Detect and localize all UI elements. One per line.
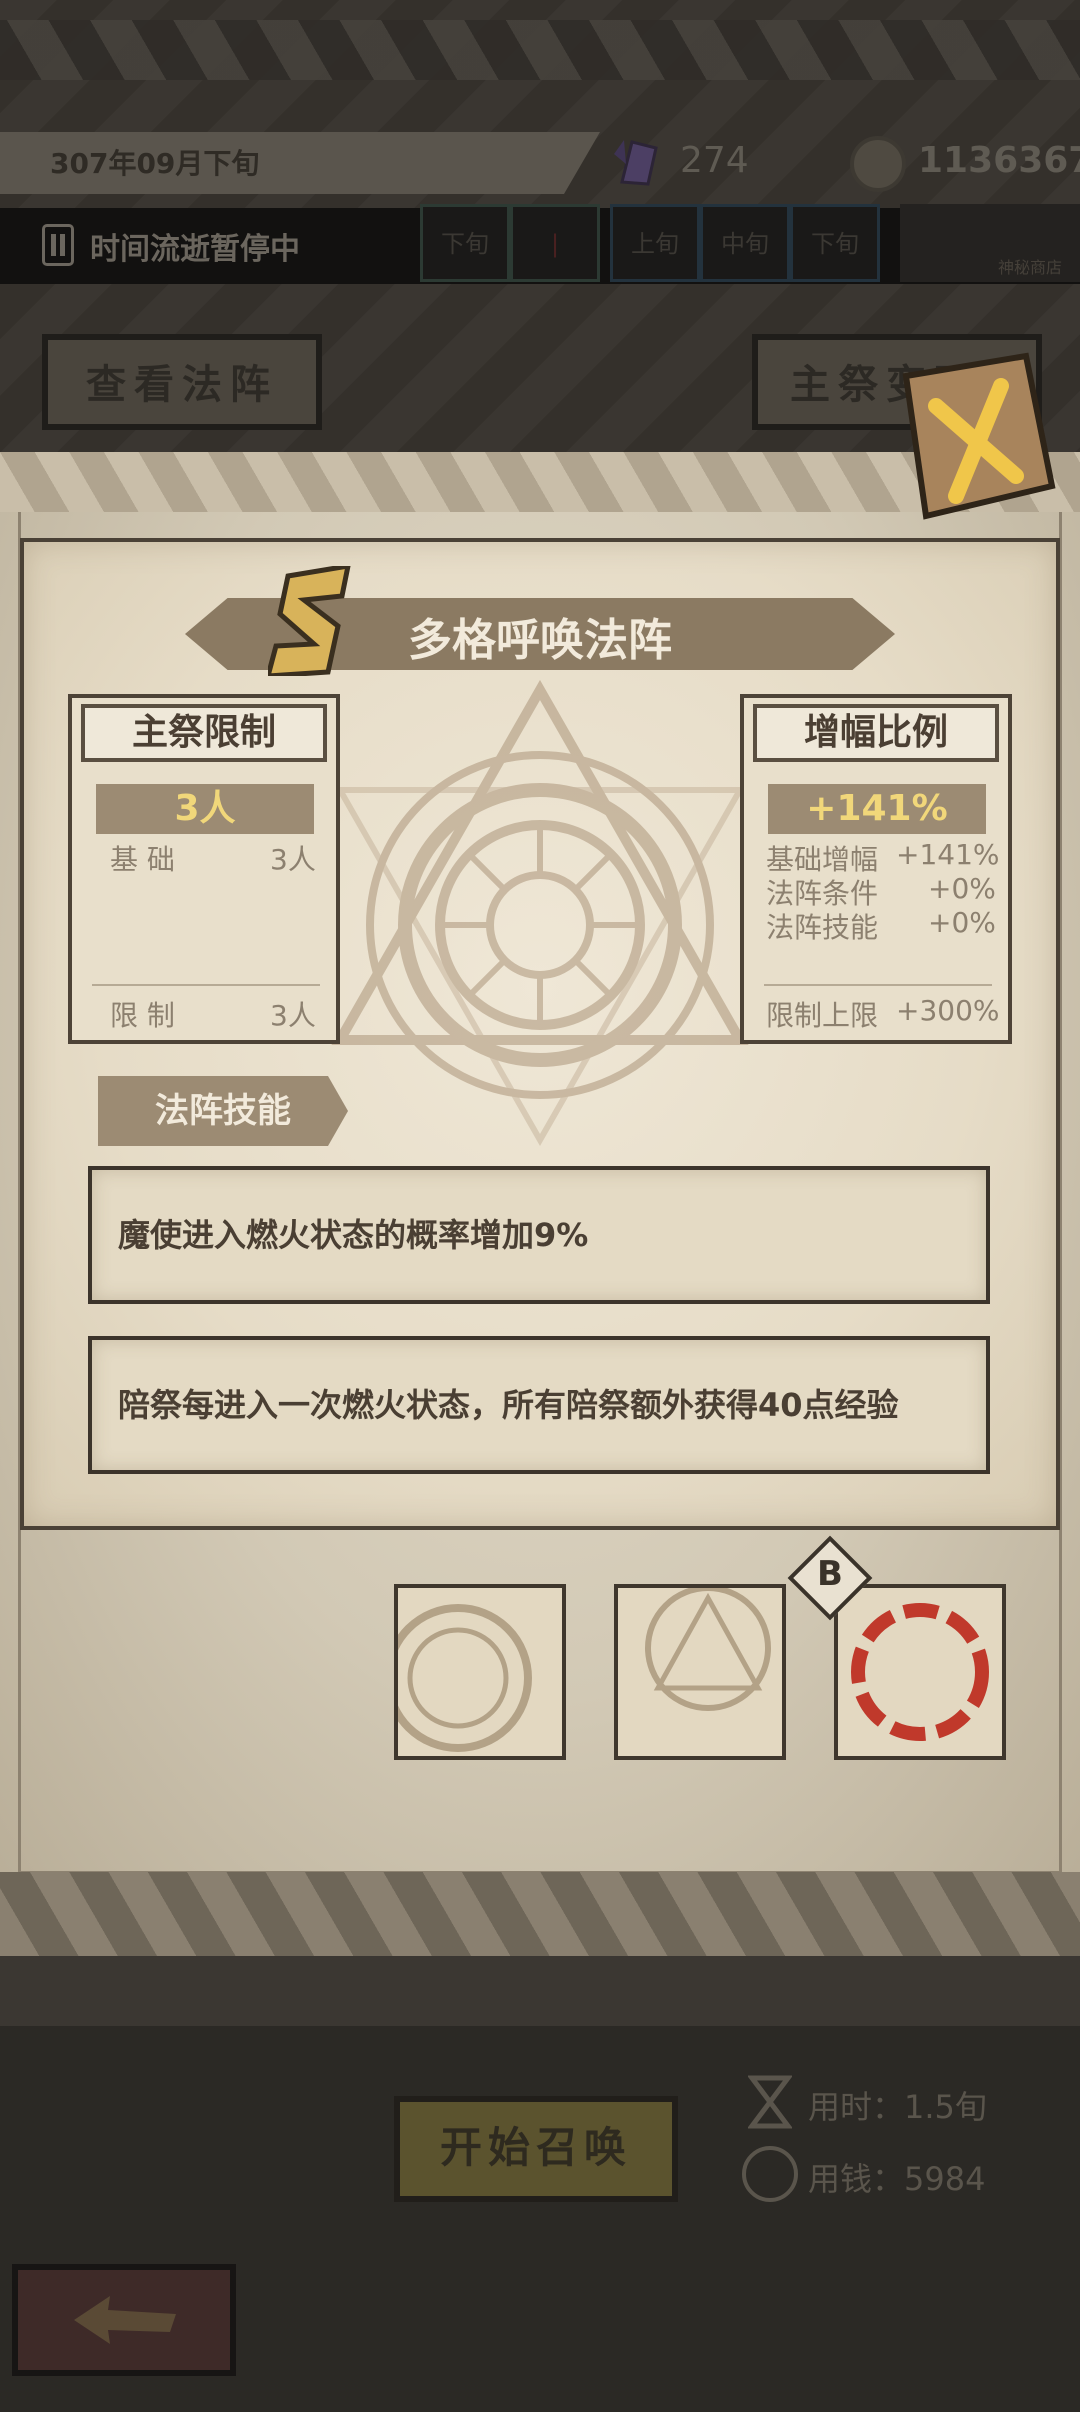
start-summon-button[interactable]: 开始召唤 xyxy=(394,2096,678,2202)
card-divider xyxy=(764,984,992,986)
card-divider xyxy=(92,984,320,986)
array-rank-letter: B xyxy=(817,1554,843,1594)
selected-ring-icon xyxy=(851,1603,989,1741)
base-value: 3人 xyxy=(270,843,316,876)
pause-status-text: 时间流逝暂停中 xyxy=(90,232,300,267)
timeline-slot-current: | xyxy=(510,204,600,282)
array-skill-tab: 法阵技能 xyxy=(98,1076,348,1146)
skill-description: 陪祭每进入一次燃火状态，所有陪祭额外获得40点经验 xyxy=(88,1336,990,1474)
top-decor-stripe xyxy=(0,20,1080,80)
hourglass-icon xyxy=(748,2075,792,2129)
array-option-card-selected[interactable] xyxy=(834,1584,1006,1760)
magic-circle-emblem xyxy=(331,680,749,1147)
skill-description: 魔使进入燃火状态的概率增加9% xyxy=(88,1166,990,1304)
coin-icon xyxy=(850,136,906,192)
shop-label: 神秘商店 xyxy=(998,258,1063,277)
array-option-card[interactable] xyxy=(384,1584,566,1760)
pause-icon[interactable] xyxy=(42,224,74,266)
crystal-icon xyxy=(614,140,658,186)
money-icon xyxy=(742,2146,798,2202)
bottom-zigzag-border xyxy=(0,1872,1080,1956)
base-label: 基 础 xyxy=(110,843,175,876)
close-icon[interactable] xyxy=(876,346,1062,532)
limit-label: 限 制 xyxy=(110,999,175,1032)
bottom-strip xyxy=(0,1956,1080,2026)
amplify-header: 增幅比例 xyxy=(753,704,999,762)
array-option-card[interactable] xyxy=(614,1584,786,1760)
timeline-slot: 中旬 xyxy=(700,204,790,282)
amplify-row-value: +0% xyxy=(928,872,996,905)
timeline-marker: | xyxy=(550,230,560,258)
coin-count: 1136367 xyxy=(918,140,1080,181)
money-cost-label: 用钱：5984 xyxy=(808,2160,986,2198)
array-option-icon xyxy=(645,1585,771,1711)
timeline-slot: 上旬 xyxy=(610,204,700,282)
amplify-row-value: +0% xyxy=(928,906,996,939)
priest-limit-value: 3人 xyxy=(96,784,314,834)
timeline-slot: 下旬 xyxy=(420,204,510,282)
cap-label: 限制上限 xyxy=(766,999,879,1032)
crystal-count: 274 xyxy=(680,140,749,181)
back-arrow-icon xyxy=(74,2296,176,2344)
date-label: 307年09月下旬 xyxy=(50,147,260,180)
amplify-value: +141% xyxy=(768,784,986,834)
array-option-icon xyxy=(384,1604,532,1752)
time-cost-label: 用时：1.5旬 xyxy=(808,2088,987,2126)
amplify-row-label: 法阵技能 xyxy=(766,911,879,944)
rank-s-icon xyxy=(268,566,351,676)
priest-limit-header: 主祭限制 xyxy=(81,704,327,762)
view-array-label: 查看法阵 xyxy=(86,362,278,408)
timeline-slot: 下旬 xyxy=(790,204,880,282)
limit-value: 3人 xyxy=(270,999,316,1032)
amplify-row-value: +141% xyxy=(896,838,1000,871)
cap-value: +300% xyxy=(896,994,1000,1027)
